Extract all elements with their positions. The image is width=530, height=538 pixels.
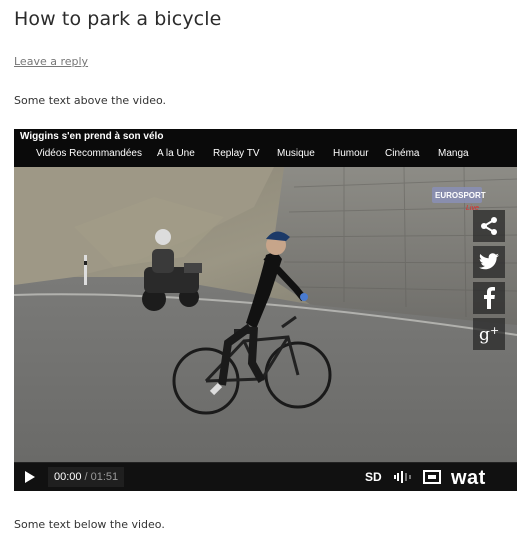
quality-button[interactable]: SD — [365, 463, 382, 491]
svg-text:+: + — [490, 324, 499, 337]
play-icon — [25, 471, 35, 483]
nav-replay-tv[interactable]: Replay TV — [213, 148, 260, 159]
duration: / 01:51 — [84, 471, 119, 483]
svg-text:g: g — [479, 325, 490, 344]
share-bar: g + — [473, 210, 505, 354]
volume-icon — [394, 471, 411, 483]
text-below-video: Some text below the video. — [14, 518, 165, 531]
video-frame[interactable]: EUROSPORT Live g + — [14, 167, 517, 463]
nav-manga[interactable]: Manga — [438, 148, 469, 159]
nav-musique[interactable]: Musique — [277, 148, 315, 159]
facebook-share-button[interactable] — [473, 282, 505, 314]
player-controls: 00:00 / 01:51 SD wat — [14, 462, 517, 491]
fullscreen-button[interactable] — [423, 463, 441, 491]
play-button[interactable] — [24, 463, 36, 491]
facebook-icon — [484, 287, 495, 309]
nav-cinema[interactable]: Cinéma — [385, 148, 419, 159]
time-display: 00:00 / 01:51 — [48, 467, 125, 487]
svg-text:wat: wat — [451, 468, 486, 486]
fullscreen-icon — [423, 470, 441, 484]
google-plus-share-button[interactable]: g + — [473, 318, 505, 350]
wat-logo-link[interactable]: wat — [451, 463, 513, 491]
text-above-video: Some text above the video. — [14, 94, 167, 107]
wat-logo: wat — [451, 468, 486, 486]
video-player[interactable]: Wiggins s'en prend à son vélo Vidéos Rec… — [14, 129, 517, 491]
volume-button[interactable] — [394, 463, 412, 491]
nav-a-la-une[interactable]: A la Une — [157, 148, 195, 159]
current-time: 00:00 — [54, 471, 82, 483]
video-title[interactable]: Wiggins s'en prend à son vélo — [20, 131, 163, 142]
post-title: How to park a bicycle — [14, 8, 222, 30]
svg-text:EUROSPORT: EUROSPORT — [435, 191, 486, 200]
nav-humour[interactable]: Humour — [333, 148, 369, 159]
player-nav: Vidéos Recommandées A la Une Replay TV M… — [14, 146, 517, 164]
share-icon — [481, 217, 497, 235]
leave-reply-link[interactable]: Leave a reply — [14, 55, 88, 68]
share-button[interactable] — [473, 210, 505, 242]
google-plus-icon: g + — [479, 324, 499, 344]
nav-videos-recommandees[interactable]: Vidéos Recommandées — [36, 148, 142, 159]
twitter-share-button[interactable] — [473, 246, 505, 278]
twitter-icon — [478, 253, 499, 270]
quality-label: SD — [365, 470, 382, 484]
video-still: EUROSPORT Live — [14, 167, 517, 463]
